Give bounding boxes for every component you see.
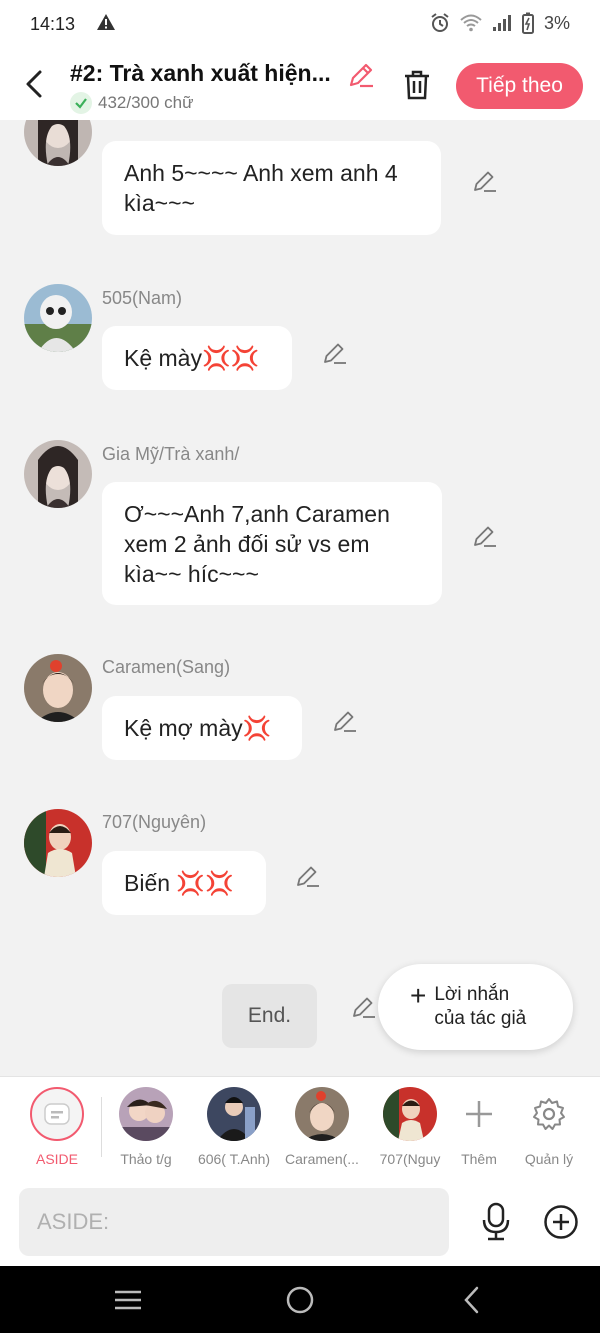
signal-icon [492, 15, 511, 31]
aside-icon [30, 1087, 84, 1141]
chat-area[interactable]: Anh 5~~~~ Anh xem anh 4 kìa~~~ 505(Nam) … [0, 120, 600, 1076]
sender-name: 505(Nam) [102, 288, 183, 308]
avatar[interactable] [24, 120, 92, 166]
microphone-icon[interactable] [480, 1202, 512, 1242]
plus-icon [452, 1087, 506, 1141]
chapter-title[interactable]: #2: Trà xanh xuất hiện... [70, 60, 340, 87]
edit-message-icon[interactable] [472, 523, 498, 549]
character-item[interactable]: Thảo t/g [106, 1087, 186, 1167]
home-icon[interactable] [284, 1284, 316, 1316]
wifi-icon [460, 14, 482, 32]
system-nav-bar [0, 1266, 600, 1333]
word-count: 432/300 chữ [70, 92, 194, 114]
character-item[interactable]: 707(Nguy [370, 1087, 450, 1167]
edit-message-icon[interactable] [472, 168, 498, 194]
author-message-button[interactable]: + Lời nhắn của tác giả [378, 964, 573, 1050]
edit-title-icon[interactable] [346, 60, 376, 90]
message-bubble[interactable]: Anh 5~~~~ Anh xem anh 4 kìa~~~ [102, 141, 441, 235]
top-bar: #2: Trà xanh xuất hiện... 432/300 chữ Ti… [0, 52, 600, 120]
avatar[interactable] [24, 654, 92, 722]
back-icon[interactable] [20, 64, 50, 104]
warning-icon [96, 13, 116, 37]
message-bubble[interactable]: Kệ mợ mày💢 [102, 696, 302, 760]
avatar[interactable] [24, 809, 92, 877]
avatar [119, 1087, 173, 1141]
add-character-button[interactable]: Thêm [439, 1087, 519, 1167]
message-bubble[interactable]: Biến 💢💢 [102, 851, 266, 915]
character-item[interactable]: Caramen(... [282, 1087, 362, 1167]
message-bubble[interactable]: Ơ~~~Anh 7,anh Caramen xem 2 ảnh đối sử v… [102, 482, 442, 605]
sender-name: 707(Nguyên) [102, 812, 207, 832]
message-bubble[interactable]: Kệ mày💢💢 [102, 326, 292, 390]
back-nav-icon[interactable] [456, 1284, 488, 1316]
end-marker[interactable]: End. [222, 984, 317, 1048]
status-icons: 3% [430, 12, 570, 34]
alarm-icon [431, 13, 449, 32]
character-bar: ASIDE Thảo t/g 606( T.Anh) Caramen(... 7… [0, 1076, 600, 1179]
character-aside[interactable]: ASIDE [17, 1087, 97, 1167]
avatar[interactable] [24, 440, 92, 508]
menu-icon[interactable] [112, 1284, 144, 1316]
battery-icon [521, 12, 534, 34]
battery-percent: 3% [543, 12, 570, 33]
avatar[interactable] [24, 284, 92, 352]
next-button[interactable]: Tiếp theo [456, 63, 583, 109]
word-count-text: 432/300 chữ [98, 93, 194, 112]
check-icon [70, 92, 92, 114]
status-time: 14:13 [30, 14, 76, 34]
manage-button[interactable]: Quản lý [509, 1087, 589, 1167]
edit-message-icon[interactable] [295, 863, 321, 889]
plus-icon: + [410, 980, 427, 1011]
trash-icon[interactable] [402, 68, 432, 102]
input-bar [0, 1178, 600, 1266]
sender-name: Caramen(Sang) [102, 657, 231, 677]
author-message-label: Lời nhắn của tác giả [434, 984, 527, 1029]
divider [101, 1097, 102, 1157]
character-item[interactable]: 606( T.Anh) [194, 1087, 274, 1167]
gear-icon [522, 1087, 576, 1141]
add-media-icon[interactable] [543, 1204, 579, 1240]
avatar [383, 1087, 437, 1141]
avatar [207, 1087, 261, 1141]
message-input[interactable] [19, 1188, 449, 1256]
status-bar: 14:13 3% [0, 0, 600, 52]
sender-name: Gia Mỹ/Trà xanh/ [102, 444, 240, 464]
edit-message-icon[interactable] [322, 340, 348, 366]
edit-message-icon[interactable] [351, 994, 377, 1020]
avatar [295, 1087, 349, 1141]
edit-message-icon[interactable] [332, 708, 358, 734]
